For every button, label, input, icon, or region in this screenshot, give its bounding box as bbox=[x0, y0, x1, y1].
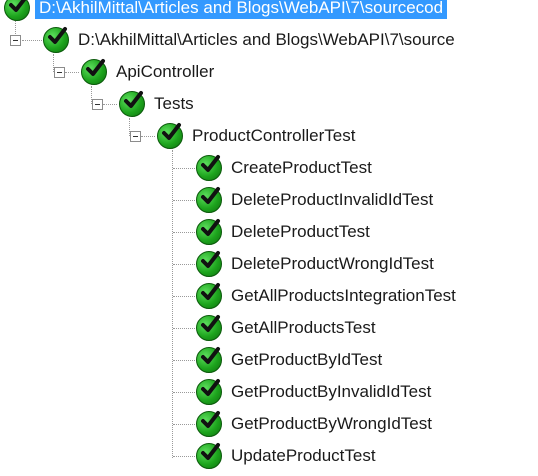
tree-node-project[interactable]: ApiController bbox=[81, 56, 214, 88]
tree-node-namespace[interactable]: Tests bbox=[119, 88, 194, 120]
check-passed-icon bbox=[196, 347, 222, 373]
check-passed-icon bbox=[196, 187, 222, 213]
check-passed-icon bbox=[196, 219, 222, 245]
collapse-icon[interactable] bbox=[10, 35, 21, 46]
tree-line bbox=[141, 136, 155, 137]
tree-node-test[interactable]: UpdateProductTest bbox=[196, 440, 376, 472]
collapse-icon[interactable] bbox=[92, 99, 103, 110]
node-label: DeleteProductTest bbox=[231, 222, 370, 241]
tree-node-test[interactable]: DeleteProductWrongIdTest bbox=[196, 248, 434, 280]
check-passed-icon bbox=[4, 0, 30, 21]
node-label: GetAllProductsTest bbox=[231, 318, 376, 337]
tree-node-test[interactable]: GetAllProductsTest bbox=[196, 312, 376, 344]
tree-line bbox=[173, 424, 195, 425]
node-label: GetProductByWrongIdTest bbox=[231, 414, 432, 433]
tree-line bbox=[173, 296, 195, 297]
tree-node-root-selected[interactable]: D:\AkhilMittal\Articles and Blogs\WebAPI… bbox=[4, 0, 448, 24]
check-passed-icon bbox=[43, 27, 69, 53]
check-passed-icon bbox=[157, 123, 183, 149]
check-passed-icon bbox=[119, 91, 145, 117]
check-passed-icon bbox=[196, 315, 222, 341]
tree-line bbox=[173, 328, 195, 329]
tree-node-fixture[interactable]: ProductControllerTest bbox=[157, 120, 355, 152]
tree-line bbox=[173, 232, 195, 233]
check-passed-icon bbox=[196, 251, 222, 277]
check-passed-icon bbox=[196, 155, 222, 181]
node-label: GetAllProductsIntegrationTest bbox=[231, 286, 456, 305]
tree-line bbox=[173, 200, 195, 201]
check-passed-icon bbox=[196, 283, 222, 309]
tree-node-test[interactable]: GetProductByWrongIdTest bbox=[196, 408, 432, 440]
tree-line bbox=[173, 168, 195, 169]
node-label: GetProductByIdTest bbox=[231, 350, 383, 369]
node-label: ApiController bbox=[116, 62, 215, 81]
tree-line bbox=[22, 40, 42, 41]
tree-line bbox=[173, 456, 195, 457]
node-label: ProductControllerTest bbox=[192, 126, 356, 145]
tree-line bbox=[173, 264, 195, 265]
node-label: DeleteProductWrongIdTest bbox=[231, 254, 434, 273]
node-label: D:\AkhilMittal\Articles and Blogs\WebAPI… bbox=[35, 0, 448, 19]
tree-node-test[interactable]: GetProductByInvalidIdTest bbox=[196, 376, 431, 408]
node-label: UpdateProductTest bbox=[231, 446, 376, 465]
tree-line bbox=[172, 150, 173, 458]
tree-node-test[interactable]: CreateProductTest bbox=[196, 152, 372, 184]
tree-node-test[interactable]: GetProductByIdTest bbox=[196, 344, 382, 376]
collapse-icon[interactable] bbox=[130, 131, 141, 142]
tree-node-test[interactable]: GetAllProductsIntegrationTest bbox=[196, 280, 456, 312]
tree-node-root[interactable]: D:\AkhilMittal\Articles and Blogs\WebAPI… bbox=[43, 24, 455, 56]
check-passed-icon bbox=[196, 411, 222, 437]
tree-line bbox=[173, 360, 195, 361]
tree-line bbox=[173, 392, 195, 393]
node-label: DeleteProductInvalidIdTest bbox=[231, 190, 434, 209]
node-label: Tests bbox=[154, 94, 194, 113]
collapse-icon[interactable] bbox=[54, 67, 65, 78]
check-passed-icon bbox=[196, 379, 222, 405]
node-label: GetProductByInvalidIdTest bbox=[231, 382, 432, 401]
tree-node-test[interactable]: DeleteProductInvalidIdTest bbox=[196, 184, 433, 216]
tree-node-test[interactable]: DeleteProductTest bbox=[196, 216, 370, 248]
test-tree: D:\AkhilMittal\Articles and Blogs\WebAPI… bbox=[0, 0, 538, 476]
tree-line bbox=[103, 104, 117, 105]
check-passed-icon bbox=[81, 59, 107, 85]
node-label: CreateProductTest bbox=[231, 158, 372, 177]
node-label: D:\AkhilMittal\Articles and Blogs\WebAPI… bbox=[78, 30, 455, 49]
tree-line bbox=[65, 72, 79, 73]
check-passed-icon bbox=[196, 443, 222, 469]
